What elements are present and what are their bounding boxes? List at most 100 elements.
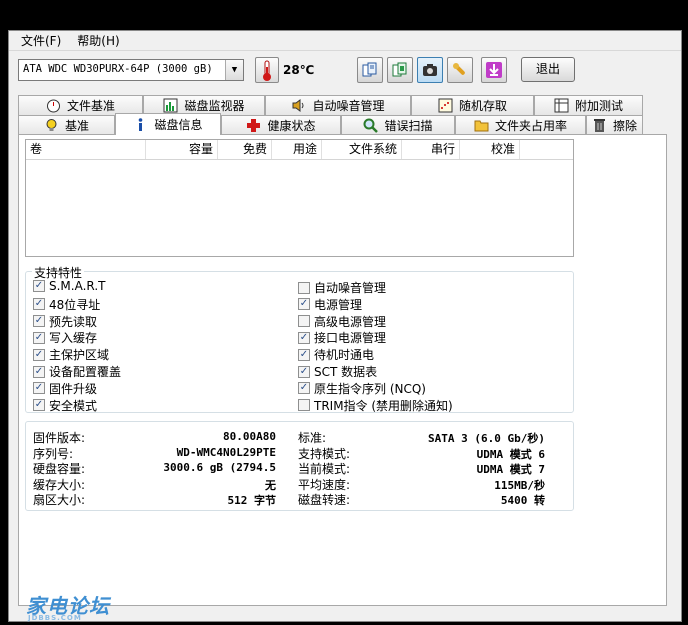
tab-label: 文件基准 [66,99,115,113]
tab-file-benchmark[interactable]: 文件基准 [18,95,143,115]
tab-health[interactable]: 健康状态 [221,115,341,135]
feature-right-4[interactable]: ✓ 待机时通电 [298,346,374,363]
feature-right-1[interactable]: ✓ 电源管理 [298,296,362,313]
exit-button[interactable]: 退出 [521,57,575,82]
tab-disk-info[interactable]: 磁盘信息 [115,113,221,135]
tab-erase[interactable]: 擦除 [586,115,643,135]
feature-label: 自动噪音管理 [314,281,387,295]
feature-left-7[interactable]: ✓ 安全模式 [33,397,97,414]
feature-left-5[interactable]: ✓ 设备配置覆盖 [33,363,121,380]
info-label: 硬盘容量: [33,462,86,476]
tab-label: 磁盘监视器 [184,99,245,113]
feature-label: 固件升级 [49,381,98,396]
info-label: 固件版本: [33,431,86,445]
tab-label: 附加测试 [574,99,623,113]
disk-info-panel: 卷 容量 免费 用途 文件系统 串行 校准 支持特性 ✓ S.M.A.R.T ✓ 48… [18,134,667,606]
feature-checkbox[interactable]: ✓ [33,348,45,361]
feature-checkbox[interactable]: ✓ [33,315,45,328]
download-button[interactable] [481,57,507,83]
feature-left-2[interactable]: ✓ 预先读取 [33,313,97,330]
feature-label: 写入缓存 [49,331,98,346]
feature-right-5[interactable]: ✓ SCT 数据表 [298,363,377,380]
feature-label: 48位寻址 [49,297,101,312]
feature-label: 接口电源管理 [314,331,387,346]
feature-checkbox[interactable] [298,315,310,328]
tab-label: 磁盘信息 [154,118,203,132]
feature-checkbox[interactable]: ✓ [33,280,45,292]
info-label: 磁盘转速: [298,493,351,507]
copy-info-icon [392,62,407,77]
feature-right-6[interactable]: ✓ 原生指令序列 (NCQ) [298,380,426,397]
column-header-capacity[interactable]: 容量 [146,140,218,159]
bar-chart-icon [163,98,178,113]
options-button[interactable] [447,57,473,83]
feature-left-4[interactable]: ✓ 主保护区域 [33,346,109,363]
feature-checkbox[interactable] [298,399,310,412]
menu-file[interactable]: 文件(F) [13,32,69,50]
menu-help[interactable]: 帮助(H) [69,32,127,50]
feature-left-1[interactable]: ✓ 48位寻址 [33,296,100,313]
feature-checkbox[interactable]: ✓ [298,382,310,395]
tab-error-scan[interactable]: 错误扫描 [341,115,455,135]
tab-label: 随机存取 [458,99,507,113]
feature-right-0[interactable]: 自动噪音管理 [298,279,386,296]
feature-left-6[interactable]: ✓ 固件升级 [33,380,97,397]
column-header-alignment[interactable]: 校准 [460,140,520,159]
feature-checkbox[interactable]: ✓ [33,298,45,311]
volume-table-header: 卷 容量 免费 用途 文件系统 串行 校准 [26,140,573,160]
column-header-free[interactable]: 免费 [218,140,272,159]
tab-benchmark[interactable]: 基准 [18,115,115,135]
tab-row-2: 基准 磁盘信息 健康状态 错误扫描 文件夹占用率 擦除 [18,113,643,135]
tab-random-access[interactable]: 随机存取 [411,95,534,115]
main-window: 文件(F) 帮助(H) ATA WDC WD30PURX-64P (3000 g… [8,30,682,622]
column-header-filesystem[interactable]: 文件系统 [322,140,402,159]
tab-row-1: 文件基准 磁盘监视器 自动噪音管理 随机存取 附加测试 [18,95,643,115]
trash-icon [593,119,605,132]
feature-left-3[interactable]: ✓ 写入缓存 [33,329,97,346]
screenshot-button[interactable] [417,57,443,83]
feature-checkbox[interactable]: ✓ [33,331,45,344]
tab-aam[interactable]: 自动噪音管理 [265,95,411,115]
copy-text-icon [362,62,377,77]
tab-label: 错误扫描 [384,119,433,133]
volume-table[interactable]: 卷 容量 免费 用途 文件系统 串行 校准 [25,139,574,257]
tab-disk-monitor[interactable]: 磁盘监视器 [143,95,265,115]
info-value: 80.00A80 [223,430,276,443]
chevron-down-icon[interactable]: ▼ [225,60,243,80]
feature-checkbox[interactable]: ✓ [298,365,310,378]
column-header-serial[interactable]: 串行 [402,140,460,159]
red-cross-icon [247,119,261,132]
feature-label: 原生指令序列 (NCQ) [314,381,426,396]
info-icon [139,118,143,131]
feature-right-2[interactable]: 高级电源管理 [298,313,386,330]
tab-label: 自动噪音管理 [312,99,385,113]
drive-select[interactable]: ATA WDC WD30PURX-64P (3000 gB) ▼ [18,59,244,81]
copy-text-button[interactable] [357,57,383,83]
feature-checkbox[interactable]: ✓ [298,331,310,344]
feature-checkbox[interactable]: ✓ [33,365,45,378]
scatter-chart-icon [438,98,453,113]
info-value: UDMA 模式 6 [476,447,545,461]
feature-label: 高级电源管理 [314,314,387,329]
lightbulb-icon [46,119,57,131]
info-value: UDMA 模式 7 [476,463,545,476]
feature-checkbox[interactable]: ✓ [33,382,45,395]
column-header-usage[interactable]: 用途 [272,140,322,159]
column-header-volume[interactable]: 卷 [26,140,146,159]
feature-checkbox[interactable] [298,281,310,294]
feature-label: 电源管理 [314,297,363,312]
feature-checkbox[interactable]: ✓ [33,399,45,412]
feature-right-7[interactable]: TRIM指令 (禁用删除通知) [298,397,453,414]
download-icon [486,62,502,78]
tab-label: 健康状态 [267,119,316,133]
copy-info-button[interactable] [387,57,413,83]
info-label: 缓存大小: [33,477,86,492]
feature-checkbox[interactable]: ✓ [298,298,310,311]
tab-extra-tests[interactable]: 附加测试 [534,95,643,115]
tab-folder-usage[interactable]: 文件夹占用率 [455,115,586,135]
feature-checkbox[interactable]: ✓ [298,348,310,361]
feature-right-3[interactable]: ✓ 接口电源管理 [298,329,386,346]
feature-left-0[interactable]: ✓ S.M.A.R.T [33,279,105,293]
feature-label: 设备配置覆盖 [49,365,122,379]
toolbar: ATA WDC WD30PURX-64P (3000 gB) ▼ 28℃ 退出 [9,52,681,88]
